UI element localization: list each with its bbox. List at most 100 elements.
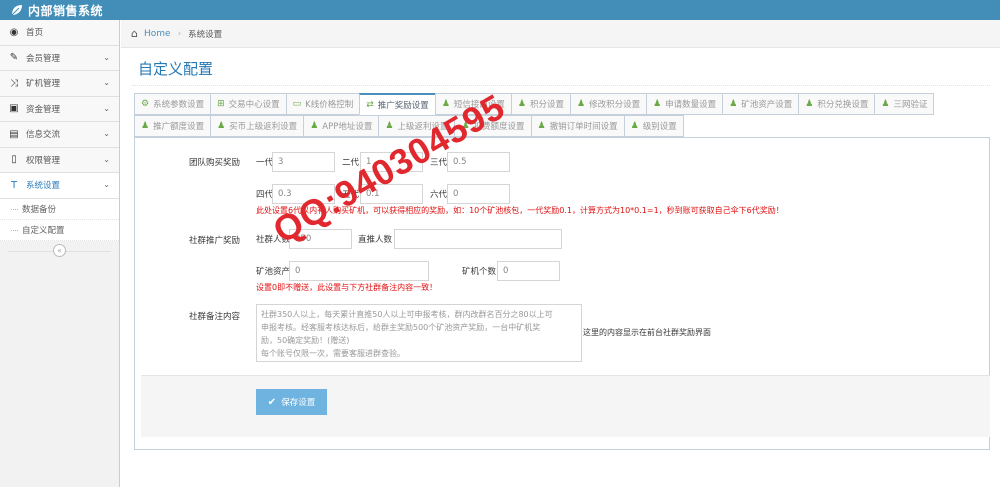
community-note-textarea[interactable]: 社群350人以上，每天累计直推50人以上可申报考核，群内改群名百分之80以上可 … (256, 304, 582, 362)
page-title: 自定义配置 (138, 60, 214, 78)
sidebar-collapse-row: « (0, 241, 119, 261)
sidebar-subitem-backup[interactable]: 数据备份 (0, 199, 119, 220)
tab-icon: ▭ (292, 99, 302, 109)
tab-r1-3[interactable]: ⇄ 推广奖励设置 (359, 93, 436, 115)
gen-6-input[interactable]: 0 (447, 184, 510, 204)
sidebar-item-system-settings[interactable]: T 系统设置 ⌄ (0, 173, 119, 199)
sidebar-item-label: 系统设置 (26, 181, 61, 192)
direct-count-input[interactable] (394, 229, 562, 249)
tab-icon: ♟ (805, 99, 814, 109)
chevron-down-icon: ⌄ (103, 180, 110, 189)
tab-label: 级别设置 (642, 122, 677, 132)
pool-asset-label: 矿池资产 (256, 267, 291, 277)
tab-r1-9[interactable]: ♟ 积分兑换设置 (798, 93, 876, 115)
sidebar-item-label: 资金管理 (26, 104, 61, 115)
tab-icon: ♟ (441, 99, 450, 109)
note-line: 申报考核。经客服考核达标后，给群主奖励500个矿池资产奖励，一台中矿机奖 (261, 323, 541, 332)
tab-r2-2[interactable]: ♟ APP地址设置 (303, 115, 380, 137)
tab-r1-10[interactable]: ♟ 三网验证 (874, 93, 935, 115)
edit-icon: ✎ (9, 52, 19, 64)
tab-label: 买币上级返利设置 (229, 122, 298, 132)
collapse-sidebar-icon[interactable]: « (53, 244, 66, 257)
shuffle-icon: ⤨ (10, 77, 18, 89)
gen-1-input[interactable]: 3 (272, 152, 335, 172)
miner-count-input[interactable]: 0 (497, 261, 560, 281)
tab-r1-6[interactable]: ♟ 修改积分设置 (570, 93, 648, 115)
team-reward-label: 团队购买奖励 (189, 158, 241, 168)
chevron-down-icon: ⌄ (103, 103, 110, 113)
file-icon: ▯ (11, 154, 17, 166)
check-icon: ✔ (267, 396, 277, 408)
tab-label: 交易中心设置 (228, 100, 280, 110)
sidebar-item-label: 首页 (26, 28, 44, 39)
form-actions: ✔ 保存设置 (141, 375, 990, 437)
tab-r1-7[interactable]: ♟ 申请数量设置 (646, 93, 724, 115)
note-line: 励，50确定奖励！(赠送) (261, 336, 350, 345)
save-settings-label: 保存设置 (281, 398, 316, 408)
note-line: 每个账号仅限一次，需要客服进群查验。 (261, 349, 405, 358)
header-divider (132, 85, 990, 86)
sidebar-item-label: 会员管理 (26, 53, 61, 64)
tab-r2-5[interactable]: ♟ 撤销订单时间设置 (530, 115, 625, 137)
tab-icon: ♟ (537, 121, 546, 131)
sidebar-item-label: 信息交流 (26, 130, 61, 141)
tab-r1-1[interactable]: ⊞ 交易中心设置 (210, 93, 287, 115)
tab-label: 矿池资产设置 (741, 100, 793, 110)
sidebar-item-funds[interactable]: ▣ 资金管理 ⌄ (0, 96, 119, 122)
top-navbar: 内部销售系统 (0, 0, 1000, 20)
tab-r1-2[interactable]: ▭ K线价格控制 (285, 93, 361, 115)
tab-label: 推广奖励设置 (377, 100, 429, 111)
tab-r1-8[interactable]: ♟ 矿池资产设置 (722, 93, 800, 115)
breadcrumb-home-link[interactable]: Home (144, 29, 171, 39)
gen-4-label: 四代 (256, 190, 274, 200)
tab-icon: ♟ (729, 99, 738, 109)
tab-label: K线价格控制 (305, 100, 354, 110)
app-title: 内部销售系统 (28, 3, 104, 18)
tab-label: 修改积分设置 (589, 100, 641, 110)
tab-icon: ♟ (881, 99, 890, 109)
chevron-right-icon: › (177, 28, 182, 39)
community-note-help: 这里的内容显示在前台社群奖励界面 (583, 328, 711, 337)
note-line: 社群350人以上，每天累计直推50人以上可申报考核，群内改群名百分之80以上可 (261, 310, 553, 319)
sidebar-submenu: 数据备份 自定义配置 (0, 198, 119, 241)
tab-label: 撤销订单时间设置 (549, 122, 618, 132)
sidebar-subitem-custom-config[interactable]: 自定义配置 (0, 220, 119, 241)
tab-r2-0[interactable]: ♟ 推广额度设置 (134, 115, 212, 137)
tab-label: 申请数量设置 (665, 100, 717, 110)
leaf-logo-icon (10, 3, 24, 17)
tab-icon: ♟ (385, 121, 394, 131)
tab-r2-1[interactable]: ♟ 买币上级返利设置 (210, 115, 305, 137)
gen-1-label: 一代 (256, 158, 274, 168)
community-note-label: 社群备注内容 (189, 312, 241, 322)
tab-icon: ♟ (217, 121, 226, 131)
pool-asset-input[interactable]: 0 (289, 261, 429, 281)
save-settings-button[interactable]: ✔ 保存设置 (256, 389, 327, 415)
tab-label: 积分设置 (529, 100, 564, 110)
sidebar-item-miners[interactable]: ⤨ 矿机管理 ⌄ (0, 71, 119, 97)
tab-r1-5[interactable]: ♟ 积分设置 (510, 93, 571, 115)
tab-r1-0[interactable]: ⚙ 系统参数设置 (134, 93, 212, 115)
home-icon: ⌂ (131, 27, 138, 40)
sidebar-item-messages[interactable]: ▤ 信息交流 ⌄ (0, 122, 119, 148)
sidebar-item-home[interactable]: ◉ 首页 (0, 20, 119, 46)
direct-count-label: 直推人数 (358, 235, 393, 245)
list-icon: ▤ (9, 128, 19, 140)
tab-icon: ♟ (141, 121, 150, 131)
sidebar-item-permissions[interactable]: ▯ 权限管理 ⌄ (0, 147, 119, 173)
breadcrumb: ⌂ Home › 系统设置 (121, 20, 1000, 48)
tab-icon: ⇄ (366, 99, 374, 110)
tab-label: 三网验证 (893, 100, 928, 110)
tab-icon: ♟ (577, 99, 586, 109)
tab-icon: ♟ (310, 121, 319, 131)
community-hint: 设置0即不赠送，此设置与下方社群备注内容一致！ (256, 283, 438, 292)
tab-label: 推广额度设置 (153, 122, 205, 132)
tab-row-2: ♟ 推广额度设置 ♟ 买币上级返利设置 ♟ APP地址设置 ♟ 上级返利设置 ♟ 扣费额度设置 ♟ 撤… (134, 115, 990, 137)
sidebar-item-members[interactable]: ✎ 会员管理 ⌄ (0, 45, 119, 71)
tab-icon: ⊞ (217, 99, 225, 109)
chevron-down-icon: ⌄ (103, 78, 110, 87)
community-reward-label: 社群推广奖励 (189, 236, 241, 246)
sidebar-item-label: 权限管理 (26, 155, 61, 166)
gen-3-input[interactable]: 0.5 (447, 152, 510, 172)
dashboard-icon: ◉ (9, 26, 19, 38)
tab-r2-6[interactable]: ♟ 级别设置 (623, 115, 684, 137)
